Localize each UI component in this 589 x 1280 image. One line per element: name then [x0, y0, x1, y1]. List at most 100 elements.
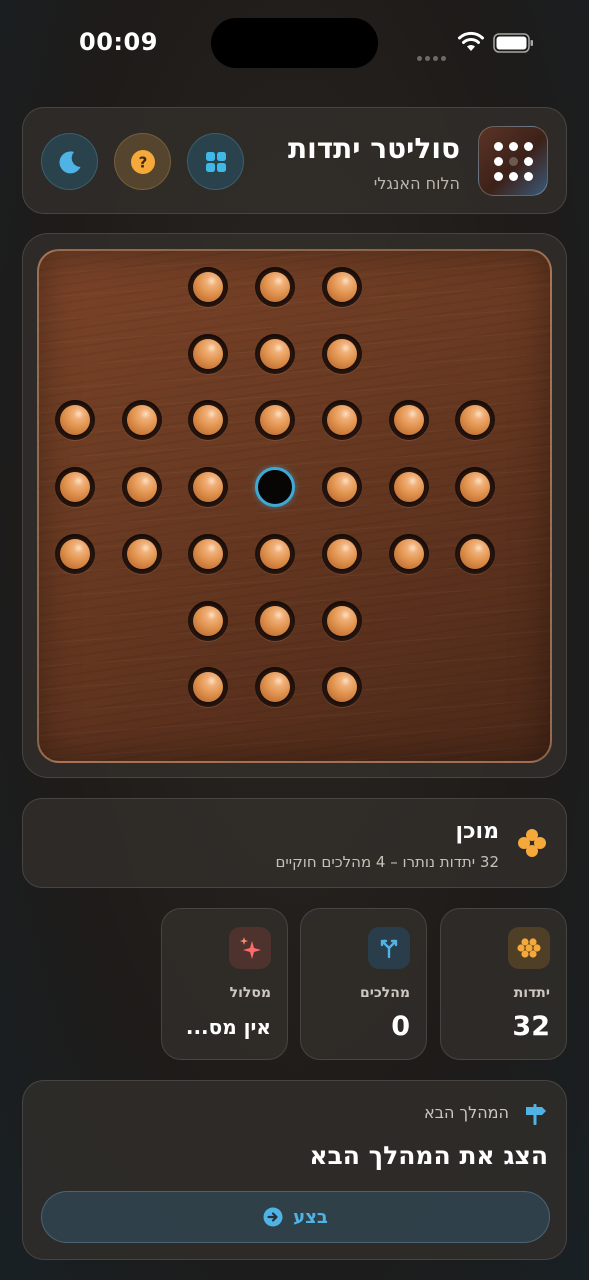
stat-card-moves: מהלכים 0	[300, 908, 427, 1060]
stat-label-moves: מהלכים	[359, 985, 410, 1001]
stat-value-path: אין מס...	[185, 1015, 271, 1039]
cellular-signal-icon	[417, 46, 449, 61]
sparkles-icon	[240, 937, 261, 959]
board-hole[interactable]	[388, 400, 429, 441]
peg[interactable]	[326, 338, 357, 369]
stat-value-pegs: 32	[512, 1011, 550, 1042]
peg[interactable]	[126, 405, 157, 436]
board-hole[interactable]	[188, 533, 229, 574]
app-title: סוליטר יתדות	[287, 132, 460, 165]
peg[interactable]	[326, 605, 357, 636]
peg[interactable]	[326, 272, 357, 302]
execute-move-button[interactable]: בצע	[41, 1191, 550, 1243]
question-icon: ?	[130, 149, 155, 174]
peg[interactable]	[193, 472, 224, 503]
signpost-icon	[526, 1104, 546, 1125]
game-screen: 00:09 סוליטר יתדות הלוח האנגלי ? מוכן 32…	[0, 0, 589, 1280]
help-button[interactable]: ?	[114, 133, 171, 190]
board-hole[interactable]	[321, 400, 362, 441]
board-hole[interactable]	[455, 467, 496, 508]
peg[interactable]	[126, 538, 157, 569]
peg[interactable]	[393, 405, 424, 436]
stat-label-path: מסלול	[229, 985, 271, 1001]
peg[interactable]	[193, 538, 224, 569]
board-hole[interactable]	[255, 333, 296, 374]
next-move-card: המהלך הבא הצג את המהלך הבא בצע	[22, 1080, 567, 1260]
moon-icon	[58, 150, 80, 173]
board-hole[interactable]	[188, 667, 229, 708]
status-detail: 32 יתדות נותרו – 4 מהלכים חוקיים	[275, 853, 499, 871]
peg[interactable]	[193, 672, 224, 703]
execute-button-label: בצע	[293, 1206, 328, 1228]
peg[interactable]	[326, 672, 357, 703]
peg[interactable]	[193, 272, 224, 302]
board-hole[interactable]	[255, 400, 296, 441]
peg[interactable]	[260, 405, 291, 436]
pegs-icon	[517, 938, 541, 958]
board-hole[interactable]	[255, 533, 296, 574]
battery-icon	[493, 33, 533, 53]
stat-label-pegs: יתדות	[513, 985, 550, 1001]
empty-hole[interactable]	[255, 467, 296, 508]
board-hole[interactable]	[455, 533, 496, 574]
stat-icon-box	[368, 927, 410, 969]
peg[interactable]	[460, 405, 491, 436]
board-hole[interactable]	[188, 600, 229, 641]
stat-card-path: מסלול אין מס...	[161, 908, 288, 1060]
peg[interactable]	[60, 538, 90, 569]
board-hole[interactable]	[188, 400, 229, 441]
board-hole[interactable]	[121, 400, 162, 441]
board-hole[interactable]	[255, 667, 296, 708]
board-hole[interactable]	[321, 533, 362, 574]
peg[interactable]	[260, 672, 291, 703]
peg[interactable]	[326, 405, 357, 436]
app-logo-icon	[478, 126, 548, 196]
arrow-right-circle-icon	[263, 1207, 283, 1227]
board-hole[interactable]	[55, 467, 95, 508]
peg[interactable]	[326, 538, 357, 569]
peg[interactable]	[460, 538, 491, 569]
peg[interactable]	[260, 538, 291, 569]
board-hole[interactable]	[255, 267, 296, 307]
peg[interactable]	[460, 472, 491, 503]
board-hole[interactable]	[121, 467, 162, 508]
peg[interactable]	[60, 472, 90, 503]
status-title: מוכן	[455, 819, 499, 844]
board-select-button[interactable]	[187, 133, 244, 190]
board-hole[interactable]	[388, 467, 429, 508]
board-hole[interactable]	[188, 267, 229, 307]
board-hole[interactable]	[321, 333, 362, 374]
board-hole[interactable]	[321, 467, 362, 508]
stat-card-pegs: יתדות 32	[440, 908, 567, 1060]
theme-toggle-button[interactable]	[41, 133, 98, 190]
header-card: סוליטר יתדות הלוח האנגלי ?	[22, 107, 567, 214]
board-hole[interactable]	[321, 600, 362, 641]
board-hole[interactable]	[388, 533, 429, 574]
status-bar: 00:09	[0, 0, 589, 90]
game-status-card: מוכן 32 יתדות נותרו – 4 מהלכים חוקיים	[22, 798, 567, 888]
board-hole[interactable]	[188, 333, 229, 374]
stat-icon-box	[229, 927, 271, 969]
peg[interactable]	[260, 338, 291, 369]
peg[interactable]	[193, 405, 224, 436]
board-hole[interactable]	[321, 667, 362, 708]
peg[interactable]	[260, 605, 291, 636]
board-variant-subtitle: הלוח האנגלי	[373, 174, 460, 193]
peg[interactable]	[193, 605, 224, 636]
stat-value-moves: 0	[391, 1011, 410, 1042]
peg[interactable]	[393, 472, 424, 503]
board-hole[interactable]	[55, 400, 95, 441]
board-hole[interactable]	[255, 600, 296, 641]
board-hole[interactable]	[55, 533, 95, 574]
peg[interactable]	[260, 272, 291, 302]
peg[interactable]	[193, 338, 224, 369]
board-hole[interactable]	[121, 533, 162, 574]
peg[interactable]	[393, 538, 424, 569]
peg[interactable]	[326, 472, 357, 503]
board-hole[interactable]	[321, 267, 362, 307]
peg[interactable]	[60, 405, 90, 436]
peg[interactable]	[126, 472, 157, 503]
board-hole[interactable]	[188, 467, 229, 508]
wifi-icon	[458, 31, 484, 51]
board-hole[interactable]	[455, 400, 496, 441]
